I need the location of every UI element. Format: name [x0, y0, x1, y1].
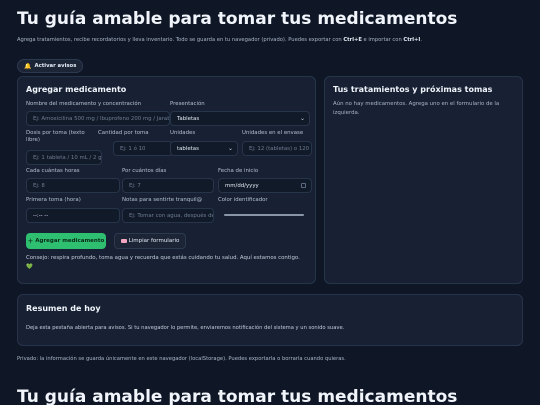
page-title-repeat: Tu guía amable para tomar tus medicament…: [17, 387, 458, 405]
plus-icon: ＋: [27, 239, 34, 245]
add-medication-button[interactable]: ＋ Agregar medicamento: [26, 233, 106, 249]
presentation-label: Presentación: [170, 101, 205, 107]
green-heart-icon: 💚: [26, 264, 33, 270]
start-date-input[interactable]: mm/dd/yyyy: [218, 178, 312, 193]
treatments-title: Tus tratamientos y próximas tomas: [333, 85, 493, 94]
chevron-down-icon: ⌄: [299, 115, 305, 122]
notes-label: Notas para sentirte tranquil@: [122, 197, 203, 203]
name-label: Nombre del medicamento y concentración: [26, 101, 142, 107]
summary-text: Deja esta pestaña abierta para avisos. S…: [26, 325, 345, 331]
every-hours-label: Cada cuántas horas: [26, 168, 80, 174]
presentation-select[interactable]: Tabletas ⌄: [170, 111, 310, 126]
units-select[interactable]: tabletas ⌄: [170, 141, 238, 156]
pack-units-label: Unidades en el envase: [242, 130, 304, 136]
first-dose-label: Primera toma (hora): [26, 197, 81, 203]
page-subtitle: Agrega tratamientos, recibe recordatorio…: [17, 37, 422, 43]
dose-label: Dosis por toma (texto libre): [26, 130, 85, 143]
calendar-icon: [301, 183, 306, 188]
shortcut-import: Ctrl+I: [403, 37, 421, 43]
dose-input[interactable]: Ej: 1 tableta / 10 mL / 2 gotas: [26, 150, 102, 165]
treatments-empty-message: Aún no hay medicamentos. Agrega uno en e…: [333, 101, 500, 116]
enable-notifications-button[interactable]: 🔔 Activar avisos: [17, 59, 84, 73]
days-input[interactable]: Ej: 7: [122, 178, 214, 193]
treatments-card: Tus tratamientos y próximas tomas Aún no…: [324, 76, 523, 284]
comfort-tip: Consejo: respira profundo, toma agua y r…: [26, 255, 300, 270]
chevron-down-icon: ⌄: [227, 145, 233, 152]
quantity-label: Cantidad por toma: [98, 130, 149, 136]
units-label: Unidades: [170, 130, 196, 136]
summary-card: Resumen de hoy Deja esta pestaña abierta…: [17, 294, 523, 346]
add-medication-card: Agregar medicamento Nombre del medicamen…: [17, 76, 316, 284]
every-hours-input[interactable]: Ej: 8: [26, 178, 120, 193]
first-dose-time-input[interactable]: --:-- --: [26, 208, 120, 223]
color-picker[interactable]: [224, 214, 304, 216]
privacy-note: Privado: la información se guarda únicam…: [17, 356, 346, 362]
start-date-label: Fecha de inicio: [218, 168, 259, 174]
color-label: Color identificador: [218, 197, 268, 203]
bell-icon: 🔔: [24, 62, 32, 70]
shortcut-export: Ctrl+E: [343, 37, 362, 43]
eraser-icon: [120, 239, 127, 243]
clear-form-button[interactable]: Limpiar formulario: [114, 233, 186, 249]
notes-input[interactable]: Ej: Tomar con agua, después de comer: [122, 208, 214, 223]
quantity-input[interactable]: Ej: 1 ó 10: [113, 141, 173, 156]
add-medication-title: Agregar medicamento: [26, 85, 127, 94]
summary-title: Resumen de hoy: [26, 304, 101, 313]
pack-units-input[interactable]: Ej: 12 (tabletas) o 120 (mL): [242, 141, 312, 156]
page-title: Tu guía amable para tomar tus medicament…: [17, 9, 458, 29]
days-label: Por cuántos días: [122, 168, 167, 174]
medication-name-input[interactable]: Ej: Amoxicilina 500 mg / Ibuprofeno 200 …: [26, 111, 170, 126]
